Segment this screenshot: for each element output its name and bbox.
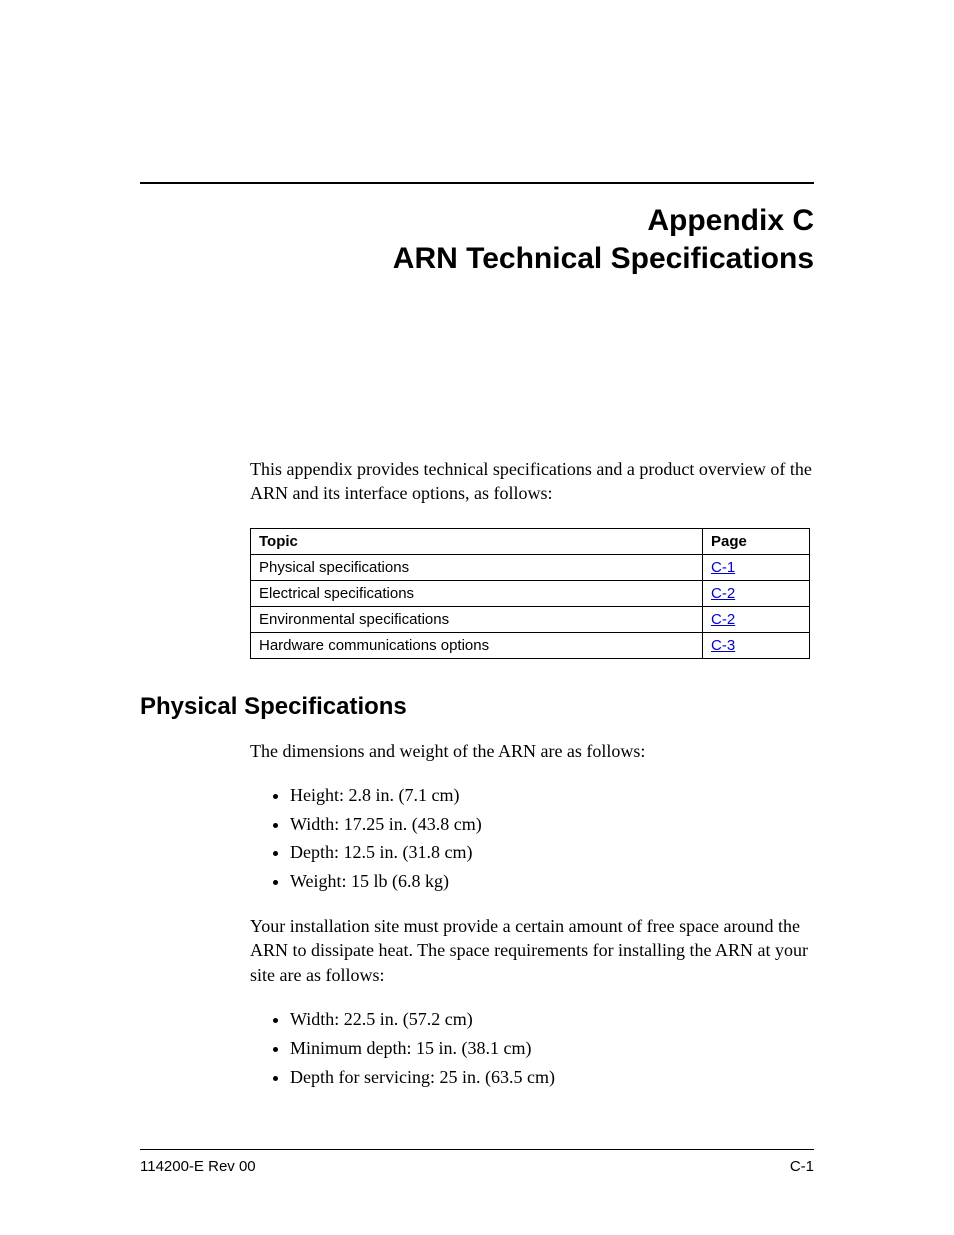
list-item: Depth: 12.5 in. (31.8 cm) <box>290 838 814 867</box>
table-row: Environmental specifications C-2 <box>251 606 810 632</box>
page-link[interactable]: C-2 <box>711 611 735 628</box>
cell-page: C-2 <box>703 580 810 606</box>
page: Appendix C ARN Technical Specifications … <box>0 0 954 1235</box>
dimensions-intro: The dimensions and weight of the ARN are… <box>140 739 814 763</box>
list-item: Weight: 15 lb (6.8 kg) <box>290 867 814 896</box>
cell-page: C-1 <box>703 554 810 580</box>
page-link[interactable]: C-3 <box>711 637 735 654</box>
list-item: Width: 22.5 in. (57.2 cm) <box>290 1005 814 1034</box>
top-rule <box>140 182 814 184</box>
cell-topic: Environmental specifications <box>251 606 703 632</box>
list-item: Depth for servicing: 25 in. (63.5 cm) <box>290 1063 814 1092</box>
intro-paragraph: This appendix provides technical specifi… <box>140 457 814 506</box>
table-row: Electrical specifications C-2 <box>251 580 810 606</box>
page-link[interactable]: C-1 <box>711 559 735 576</box>
cell-page: C-2 <box>703 606 810 632</box>
header-topic: Topic <box>251 528 703 554</box>
cell-topic: Physical specifications <box>251 554 703 580</box>
appendix-title-line2: ARN Technical Specifications <box>140 240 814 278</box>
list-item: Minimum depth: 15 in. (38.1 cm) <box>290 1034 814 1063</box>
footer-left: 114200-E Rev 00 <box>140 1158 256 1175</box>
dimensions-list: Height: 2.8 in. (7.1 cm) Width: 17.25 in… <box>140 781 814 896</box>
cell-page: C-3 <box>703 632 810 658</box>
list-item: Width: 17.25 in. (43.8 cm) <box>290 810 814 839</box>
topic-table: Topic Page Physical specifications C-1 E… <box>250 528 810 659</box>
cell-topic: Electrical specifications <box>251 580 703 606</box>
header-page: Page <box>703 528 810 554</box>
space-intro: Your installation site must provide a ce… <box>140 914 814 987</box>
section-heading: Physical Specifications <box>140 693 814 721</box>
table-header-row: Topic Page <box>251 528 810 554</box>
list-item: Height: 2.8 in. (7.1 cm) <box>290 781 814 810</box>
table-row: Hardware communications options C-3 <box>251 632 810 658</box>
appendix-title-line1: Appendix C <box>140 202 814 240</box>
appendix-title: Appendix C ARN Technical Specifications <box>140 202 814 277</box>
table-row: Physical specifications C-1 <box>251 554 810 580</box>
space-list: Width: 22.5 in. (57.2 cm) Minimum depth:… <box>140 1005 814 1091</box>
footer-right: C-1 <box>790 1158 814 1175</box>
page-link[interactable]: C-2 <box>711 585 735 602</box>
cell-topic: Hardware communications options <box>251 632 703 658</box>
footer: 114200-E Rev 00 C-1 <box>140 1149 814 1175</box>
